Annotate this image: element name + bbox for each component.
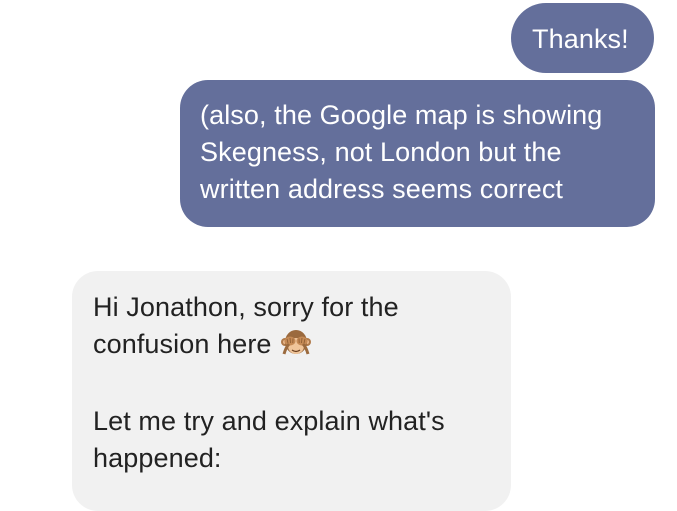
message-text-line: Let me try and explain what's (93, 406, 445, 436)
message-text-line: Hi Jonathon, sorry for the (93, 292, 399, 322)
incoming-message-bubble[interactable]: Hi Jonathon, sorry for the confusion her… (72, 271, 511, 511)
outgoing-message-bubble[interactable]: Thanks! (511, 3, 654, 73)
message-text-line: (also, the Google map is showing (200, 100, 603, 130)
message-text-line: confusion here (93, 326, 495, 369)
message-text-line: written address seems correct (200, 174, 564, 204)
see-no-evil-monkey-icon (280, 327, 312, 369)
message-text-line: Skegness, not London but the (200, 137, 562, 167)
chat-thread: Thanks! (also, the Google map is showing… (0, 0, 677, 511)
message-text: Thanks! (532, 24, 629, 54)
message-text-line: happened: (93, 443, 222, 473)
outgoing-message-bubble[interactable]: (also, the Google map is showing Skegnes… (180, 80, 655, 227)
message-text: confusion here (93, 329, 272, 359)
